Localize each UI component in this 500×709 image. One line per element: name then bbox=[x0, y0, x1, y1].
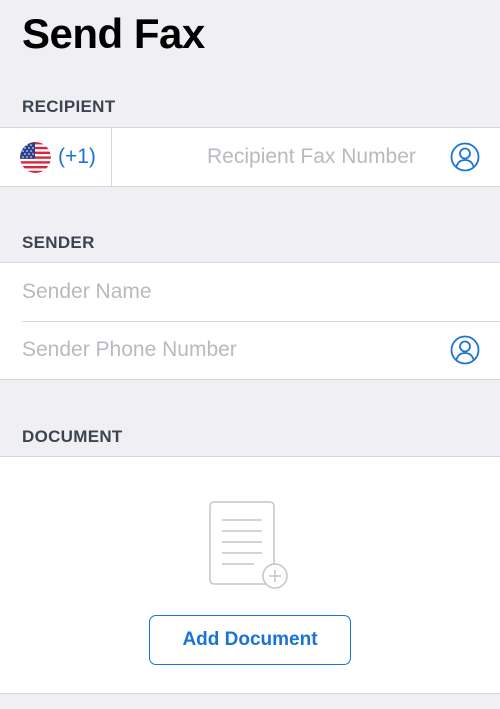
document-section-header: DOCUMENT bbox=[22, 427, 123, 446]
recipient-fax-input[interactable]: Recipient Fax Number bbox=[207, 128, 416, 186]
country-dial-code: (+1) bbox=[58, 145, 96, 168]
recipient-contact-icon[interactable] bbox=[450, 142, 480, 172]
country-code-selector[interactable]: (+1) bbox=[0, 128, 112, 186]
sender-contact-icon[interactable] bbox=[450, 335, 480, 365]
add-document-button[interactable]: Add Document bbox=[149, 615, 351, 665]
sender-card: Sender Name Sender Phone Number bbox=[0, 262, 500, 380]
recipient-fax-placeholder: Recipient Fax Number bbox=[207, 145, 416, 168]
sender-name-row[interactable]: Sender Name bbox=[0, 263, 500, 321]
document-card: Add Document bbox=[0, 456, 500, 694]
recipient-section-header: RECIPIENT bbox=[22, 97, 116, 116]
sender-phone-row[interactable]: Sender Phone Number bbox=[0, 321, 500, 379]
recipient-card: (+1) Recipient Fax Number bbox=[0, 127, 500, 187]
page-title: Send Fax bbox=[22, 10, 205, 57]
us-flag-icon bbox=[20, 141, 51, 173]
send-fax-screen: Send Fax RECIPIENT (+1) Recipient Fax Nu… bbox=[0, 0, 500, 709]
document-add-icon[interactable] bbox=[208, 501, 292, 598]
sender-phone-input[interactable]: Sender Phone Number bbox=[22, 338, 237, 362]
recipient-row: (+1) Recipient Fax Number bbox=[0, 128, 500, 186]
sender-section-header: SENDER bbox=[22, 233, 95, 252]
sender-name-input[interactable]: Sender Name bbox=[22, 280, 152, 304]
